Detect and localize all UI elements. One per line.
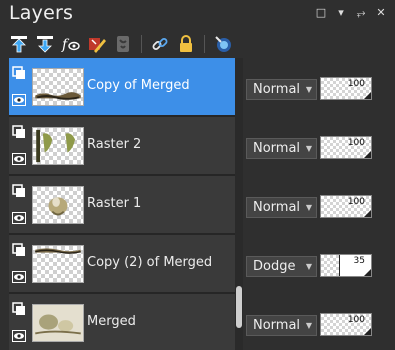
opacity-slider[interactable]: 100 [320,77,372,100]
chevron-down-icon: ▼ [305,321,312,330]
opacity-handle-icon[interactable] [364,210,371,217]
layer-controls-2: Normal ▼ 100 [246,195,376,219]
layer-row-raster-2[interactable]: Raster 2 [9,117,235,175]
blend-mode-value: Normal [253,200,301,215]
toolbar-separator [141,34,142,53]
layer-name[interactable]: Raster 1 [87,196,141,211]
layer-row-raster-1[interactable]: Raster 1 [9,176,235,234]
opacity-handle-icon[interactable] [364,92,371,99]
opacity-slider[interactable]: 100 [320,195,372,218]
layer-thumbnail [32,68,84,106]
layer-controls-4: Normal ▼ 100 [246,313,376,337]
layer-thumbnail [32,245,84,283]
layer-controls-1: Normal ▼ 100 [246,136,376,160]
layer-type-icon[interactable] [12,243,26,257]
blend-mode-value: Normal [253,82,301,97]
eye-icon[interactable] [12,94,26,106]
opacity-value: 100 [347,138,365,148]
opacity-value: 100 [347,79,365,89]
blend-mode-dropdown[interactable]: Normal ▼ [246,197,317,218]
opacity-fill [321,255,339,276]
layer-type-icon[interactable] [12,184,26,198]
layer-row-copy-of-merged[interactable]: Copy of Merged [9,58,235,116]
blend-mode-dropdown[interactable]: Normal ▼ [246,315,317,336]
panel-title: Layers [9,2,74,24]
panel-header: Layers □ ▾ ⥅ ✕ [0,0,395,30]
restore-icon[interactable]: □ [315,7,327,19]
close-icon[interactable]: ✕ [375,7,387,19]
window-controls: □ ▾ ⥅ ✕ [315,7,387,19]
layers-toolbar: f [0,30,395,57]
layer-type-icon[interactable] [12,66,26,80]
pin-icon[interactable]: ⥅ [355,7,367,19]
opacity-handle-icon[interactable] [364,151,371,158]
scrollbar-thumb[interactable] [236,286,242,328]
blend-mode-dropdown[interactable]: Normal ▼ [246,79,317,100]
layer-row-merged[interactable]: Merged [9,294,235,350]
eye-icon[interactable] [12,212,26,224]
chevron-down-icon: ▼ [305,144,312,153]
layer-type-icon[interactable] [12,302,26,316]
layer-type-icon[interactable] [12,125,26,139]
layer-row-copy-2-of-merged[interactable]: Copy (2) of Merged [9,235,235,293]
eye-icon[interactable] [12,330,26,342]
opacity-handle-icon[interactable] [364,269,371,276]
lock-icon[interactable] [176,34,196,54]
layer-controls-3: Dodge ▼ 35 [246,254,376,278]
layer-name[interactable]: Merged [87,314,136,329]
chevron-down-icon: ▼ [305,203,312,212]
new-vector-layer-icon[interactable] [35,34,55,54]
chevron-down-icon: ▼ [305,85,312,94]
blend-mode-value: Dodge [253,259,296,274]
blend-mode-value: Normal [253,318,301,333]
toolbar-separator [204,34,205,53]
eye-icon[interactable] [12,153,26,165]
blend-mode-dropdown[interactable]: Dodge ▼ [246,256,317,277]
fx-icon[interactable]: f [61,34,81,54]
opacity-value: 35 [353,256,365,266]
dropdown-icon[interactable]: ▾ [335,7,347,19]
layer-thumbnail [32,304,84,342]
opacity-slider[interactable]: 100 [320,313,372,336]
edit-selection-icon[interactable] [87,34,107,54]
blend-mode-value: Normal [253,141,301,156]
mask-icon[interactable] [113,34,133,54]
opacity-marker [338,255,340,276]
layer-name[interactable]: Copy (2) of Merged [87,255,212,270]
new-raster-layer-icon[interactable] [9,34,29,54]
layer-list-scrollbar[interactable] [235,58,243,350]
opacity-slider[interactable]: 100 [320,136,372,159]
opacity-value: 100 [347,315,365,325]
chevron-down-icon: ▼ [305,262,312,271]
layer-thumbnail [32,186,84,224]
opacity-slider[interactable]: 35 [320,254,372,277]
opacity-handle-icon[interactable] [364,328,371,335]
blend-mode-dropdown[interactable]: Normal ▼ [246,138,317,159]
layer-list: Copy of Merged Raster 2 Raster 1 Copy (2… [9,58,235,350]
layer-name[interactable]: Copy of Merged [87,78,190,93]
opacity-value: 100 [347,197,365,207]
layer-name[interactable]: Raster 2 [87,137,141,152]
link-icon[interactable] [150,34,170,54]
layer-thumbnail [32,127,84,165]
layer-controls-0: Normal ▼ 100 [246,77,376,101]
eye-icon[interactable] [12,271,26,283]
color-wheel-icon[interactable] [213,34,233,54]
